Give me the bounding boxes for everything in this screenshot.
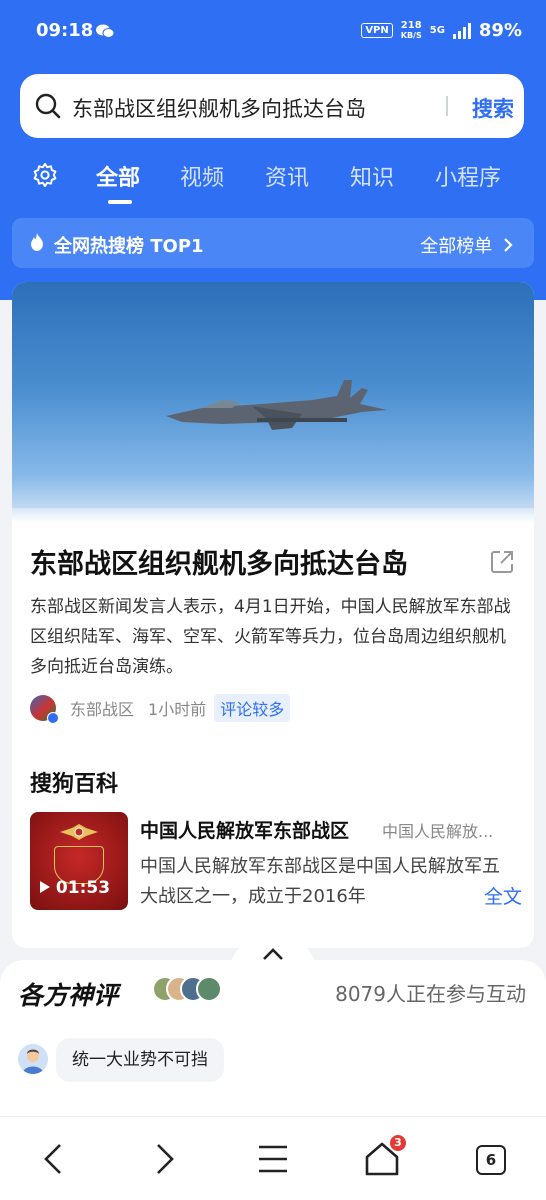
news-card[interactable]: 东部战区组织舰机多向抵达台岛 东部战区新闻发言人表示，4月1日开始，中国人民解放… bbox=[12, 282, 534, 948]
hero-haze bbox=[12, 508, 534, 524]
baike-subtitle: 中国人民解放... bbox=[382, 822, 494, 841]
battery-level: 89% bbox=[478, 20, 522, 41]
news-time: 1小时前 bbox=[148, 700, 207, 719]
signal-icon bbox=[452, 22, 471, 39]
search-divider bbox=[446, 96, 448, 116]
bottom-navigation: 3 6 bbox=[0, 1116, 546, 1200]
search-bar[interactable]: 东部战区组织舰机多向抵达台岛 搜索 bbox=[20, 74, 524, 138]
verified-icon bbox=[47, 712, 59, 724]
participant-avatars bbox=[152, 976, 226, 1002]
tab-mini-program[interactable]: 小程序 bbox=[435, 160, 501, 192]
comments-heading: 各方神评 bbox=[18, 981, 119, 1010]
settings-icon[interactable] bbox=[32, 162, 58, 188]
tab-all[interactable]: 全部 bbox=[96, 160, 140, 192]
share-icon[interactable] bbox=[488, 548, 516, 576]
search-input[interactable]: 东部战区组织舰机多向抵达台岛 bbox=[72, 93, 366, 123]
net-speed: 218 KB/S bbox=[400, 19, 422, 41]
user-icon bbox=[22, 1049, 44, 1074]
all-rankings-link[interactable]: 全部榜单 bbox=[420, 232, 514, 258]
baike-heading: 搜狗百科 bbox=[30, 772, 119, 797]
news-title[interactable]: 东部战区组织舰机多向抵达台岛 bbox=[30, 542, 408, 581]
home-badge: 3 bbox=[390, 1135, 406, 1151]
hot-search-banner[interactable]: 全网热搜榜 TOP1 全部榜单 bbox=[12, 218, 534, 268]
back-icon[interactable] bbox=[34, 1139, 74, 1179]
network-type: 5G bbox=[429, 24, 445, 36]
menu-icon[interactable] bbox=[253, 1139, 293, 1179]
comments-badge: 评论较多 bbox=[214, 694, 291, 722]
source-avatar bbox=[30, 695, 59, 724]
comment-avatar bbox=[18, 1044, 48, 1074]
search-icon bbox=[35, 93, 61, 119]
status-time: 09:18 bbox=[36, 20, 94, 41]
baike-video-thumbnail[interactable]: 01:53 bbox=[30, 812, 128, 910]
net-speed-value: 218 bbox=[400, 19, 422, 31]
participant-count: 8079人正在参与互动 bbox=[335, 982, 526, 1006]
status-bar: 09:18 VPN 218 KB/S 5G 89% bbox=[0, 0, 546, 64]
hot-search-label: 全网热搜榜 TOP1 bbox=[54, 236, 204, 257]
video-duration-value: 01:53 bbox=[55, 878, 111, 898]
vpn-badge: VPN bbox=[361, 23, 393, 38]
active-tab-indicator bbox=[108, 200, 132, 204]
flame-icon bbox=[31, 233, 43, 251]
wechat-icon bbox=[96, 24, 114, 38]
status-right: VPN 218 KB/S 5G 89% bbox=[361, 20, 522, 41]
net-speed-unit: KB/S bbox=[400, 30, 422, 40]
video-duration: 01:53 bbox=[40, 878, 110, 898]
tab-video[interactable]: 视频 bbox=[180, 160, 224, 192]
tab-news[interactable]: 资讯 bbox=[265, 160, 309, 192]
fighter-jet-image bbox=[166, 380, 387, 430]
tab-knowledge[interactable]: 知识 bbox=[350, 160, 394, 192]
tabs-count-button[interactable]: 6 bbox=[476, 1145, 506, 1175]
news-description: 东部战区新闻发言人表示，4月1日开始，中国人民解放军东部战区组织陆军、海军、空军… bbox=[30, 597, 511, 677]
chevron-right-icon bbox=[504, 238, 513, 252]
emblem-icon bbox=[60, 824, 98, 840]
comments-sheet: 各方神评 8079人正在参与互动 统一大业势不可挡 bbox=[0, 960, 546, 1116]
news-meta: 东部战区 1小时前 评论较多 bbox=[30, 694, 291, 724]
news-source[interactable]: 东部战区 bbox=[70, 696, 134, 720]
baike-title[interactable]: 中国人民解放军东部战区 bbox=[140, 816, 349, 843]
news-hero-image[interactable] bbox=[12, 282, 534, 524]
all-rankings-label: 全部榜单 bbox=[420, 236, 493, 257]
forward-icon[interactable] bbox=[144, 1139, 184, 1179]
category-tabs: 全部 视频 资讯 知识 小程序 bbox=[0, 150, 546, 210]
baike-full-text-link[interactable]: 全文 bbox=[452, 882, 522, 909]
search-button[interactable]: 搜索 bbox=[472, 93, 514, 123]
top-comment[interactable]: 统一大业势不可挡 bbox=[56, 1038, 224, 1082]
participant-avatar bbox=[196, 976, 222, 1002]
play-icon bbox=[40, 881, 50, 893]
